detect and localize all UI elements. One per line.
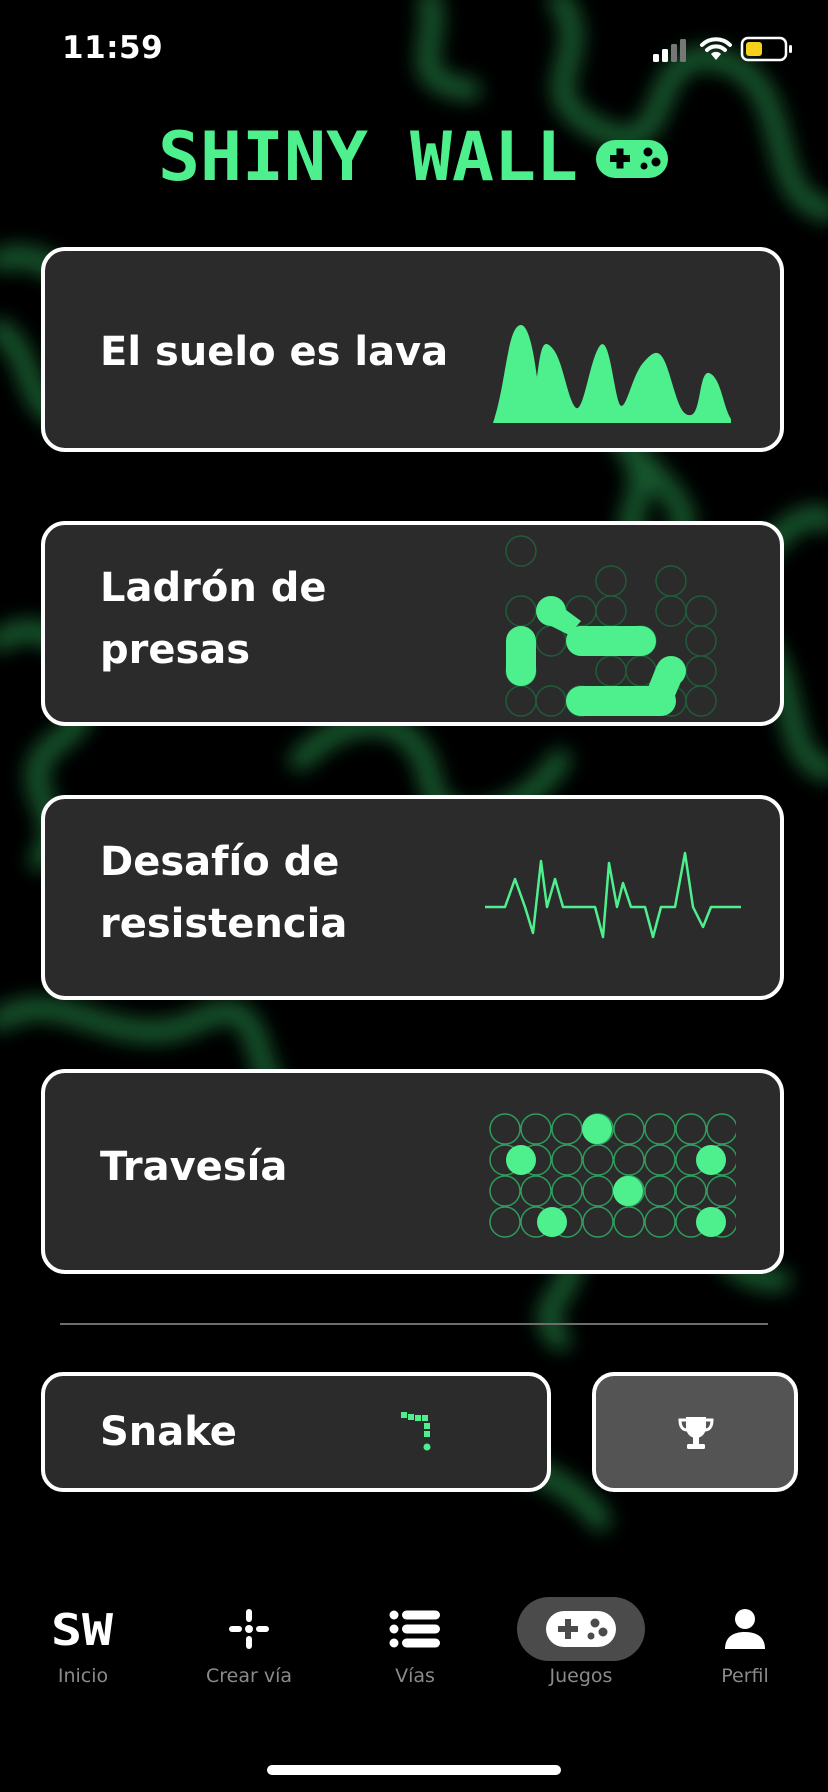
grid-dot	[675, 1113, 707, 1145]
grid-dot	[582, 1175, 614, 1207]
sparkle-icon	[229, 1609, 269, 1649]
grid-dot	[489, 1206, 521, 1238]
grid-dot	[489, 1113, 521, 1145]
grid-dot	[520, 1113, 552, 1145]
grid-dot	[706, 1113, 736, 1145]
grid-dot	[551, 1113, 583, 1145]
dot-grid-icon	[489, 1113, 736, 1238]
heartbeat-icon	[485, 851, 741, 939]
grid-dot	[706, 1175, 736, 1207]
grid-dot	[489, 1175, 521, 1207]
snake-icon	[401, 1412, 431, 1451]
grid-dot	[520, 1175, 552, 1207]
nav-label: Vías	[395, 1665, 435, 1687]
gamepad-icon	[546, 1611, 616, 1647]
game-title-line2: resistencia	[100, 901, 348, 947]
game-card-snake[interactable]: Snake	[41, 1372, 551, 1492]
game-card-resistencia[interactable]: Desafío de resistencia	[41, 795, 784, 1000]
grid-dot	[582, 1144, 614, 1176]
trophy-icon	[678, 1417, 714, 1449]
game-card-travesia[interactable]: Travesía	[41, 1069, 784, 1274]
list-icon	[389, 1610, 440, 1648]
grid-dot	[644, 1144, 676, 1176]
section-divider	[60, 1323, 768, 1325]
background-pattern	[0, 0, 828, 1531]
nav-label: Perfil	[721, 1665, 769, 1687]
grid-dot	[644, 1206, 676, 1238]
grid-dot	[551, 1144, 583, 1176]
game-title: El suelo es lava	[100, 329, 449, 375]
grid-dot	[644, 1113, 676, 1145]
svg-text:SW: SW	[51, 1607, 114, 1651]
grid-dot	[675, 1175, 707, 1207]
battery-icon	[740, 36, 792, 62]
nav-item-vias[interactable]: Vías	[332, 1565, 498, 1695]
game-title: Travesía	[100, 1144, 288, 1190]
cellular-signal-icon	[653, 39, 686, 62]
gamepad-logo-icon	[596, 140, 668, 178]
nav-item-juegos[interactable]: Juegos	[498, 1565, 664, 1695]
grid-dot	[613, 1206, 645, 1238]
grid-dot	[644, 1175, 676, 1207]
grid-dot	[613, 1144, 645, 1176]
nav-item-perfil[interactable]: Perfil	[662, 1565, 828, 1695]
wifi-icon	[700, 37, 732, 60]
sw-logo-icon: SW	[51, 1607, 114, 1651]
game-title-line2: presas	[100, 627, 251, 673]
bottom-navigation: SW Inicio Crear vía Vías Juegos Perfil	[0, 1565, 828, 1792]
active-indicator	[517, 1597, 645, 1661]
game-card-lava[interactable]: El suelo es lava	[41, 247, 784, 452]
game-title-line1: Desafío de	[100, 839, 340, 885]
nav-label: Crear vía	[205, 1665, 292, 1687]
game-title: Snake	[100, 1409, 237, 1455]
lava-wave-icon	[493, 325, 731, 423]
nav-item-crear-via[interactable]: Crear vía	[166, 1565, 332, 1695]
status-time: 11:59	[62, 30, 164, 66]
game-card-ladron[interactable]: Ladrón de presas	[41, 521, 784, 726]
grid-dot	[551, 1175, 583, 1207]
game-title-line1: Ladrón de	[100, 565, 327, 611]
nav-item-inicio[interactable]: SW Inicio	[0, 1565, 166, 1695]
hold-path-icon	[505, 535, 717, 717]
home-indicator	[267, 1765, 561, 1775]
user-icon	[725, 1609, 765, 1649]
logo-text: SHINY WALL	[158, 122, 578, 188]
nav-label: Juegos	[549, 1665, 613, 1687]
grid-dot	[613, 1113, 645, 1145]
nav-label: Inicio	[57, 1665, 109, 1687]
app-logo: SHINY WALL	[158, 122, 668, 188]
status-bar: 11:59	[0, 0, 828, 100]
grid-dot	[582, 1206, 614, 1238]
ranking-button[interactable]	[592, 1372, 798, 1492]
